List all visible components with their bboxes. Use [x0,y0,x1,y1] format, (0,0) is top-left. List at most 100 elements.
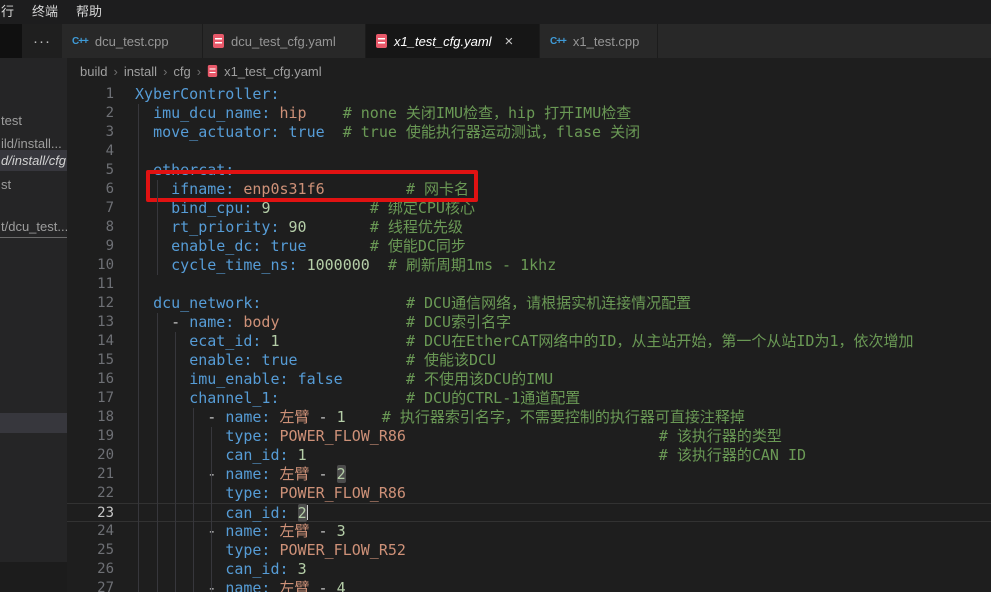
code-line-26[interactable]: 26 can_id: 3 [67,560,991,579]
tab-x1_test.cpp[interactable]: C++x1_test.cpp [540,24,658,58]
code-text: XyberController: [127,85,991,104]
code-line-24[interactable]: 24 - name: 左臂 - 3 [67,522,991,541]
code-token: enable_dc: [171,237,261,255]
line-number: 4 [67,142,127,161]
menu-item[interactable]: 行 [0,0,23,24]
sidebar-item[interactable]: d/install/cfg [0,150,67,171]
code-token: name: [225,408,270,426]
line-number: 8 [67,218,127,237]
code-token: - [207,522,225,540]
breadcrumb-item[interactable]: build [80,64,107,79]
code-line-2[interactable]: 2 imu_dcu_name: hip # none 关闭IMU检查，hip 打… [67,104,991,123]
code-text: can_id: 1 # 该执行器的CAN ID [127,446,991,465]
code-token: 1 [270,332,279,350]
sidebar-item[interactable]: t/dcu_test... [0,216,67,238]
line-number: 20 [67,446,127,465]
code-token [135,465,207,483]
line-number: 11 [67,275,127,294]
tab-dcu_test.cpp[interactable]: C++dcu_test.cpp [62,24,203,58]
code-token [135,256,171,274]
code-line-8[interactable]: 8 rt_priority: 90 # 线程优先级 [67,218,991,237]
code-token: 3 [298,560,307,578]
code-token [289,370,298,388]
code-token [346,408,382,426]
code-line-7[interactable]: 7 bind_cpu: 9 # 绑定CPU核心 [67,199,991,218]
tab-label: dcu_test.cpp [95,34,169,49]
code-line-23[interactable]: 23 can_id: 2 [67,503,991,522]
code-token: # DCU索引名字 [406,313,511,331]
code-line-12[interactable]: 12 dcu_network: # DCU通信网络，请根据实机连接情况配置 [67,294,991,313]
code-line-5[interactable]: 5 ethercat: [67,161,991,180]
code-line-19[interactable]: 19 type: POWER_FLOW_R86 # 该执行器的类型 [67,427,991,446]
line-number: 13 [67,313,127,332]
overflow-ellipsis-button[interactable]: ··· [22,24,62,58]
breadcrumb-item[interactable]: cfg [173,64,190,79]
menu-item[interactable]: 终端 [23,0,67,24]
code-token [270,484,279,502]
code-line-21[interactable]: 21 - name: 左臂 - 2 [67,465,991,484]
code-token: POWER_FLOW_R86 [280,427,406,445]
code-line-15[interactable]: 15 enable: true # 使能该DCU [67,351,991,370]
code-text: enable_dc: true # 使能DC同步 [127,237,991,256]
code-text: can_id: 3 [127,560,991,579]
line-number: 17 [67,389,127,408]
code-line-18[interactable]: 18 - name: 左臂 - 1 # 执行器索引名字，不需要控制的执行器可直接… [67,408,991,427]
line-number: 15 [67,351,127,370]
code-line-4[interactable]: 4 [67,142,991,161]
line-number: 21 [67,465,127,484]
code-token [280,218,289,236]
code-token: ecat_id: [189,332,261,350]
code-token: POWER_FLOW_R86 [280,484,406,502]
code-line-6[interactable]: 6 ifname: enp0s31f6 # 网卡名 [67,180,991,199]
code-token [307,446,659,464]
code-line-17[interactable]: 17 channel_1: # DCU的CTRL-1通道配置 [67,389,991,408]
tab-dcu_test_cfg.yaml[interactable]: dcu_test_cfg.yaml [203,24,366,58]
code-line-11[interactable]: 11 [67,275,991,294]
code-token [298,256,307,274]
code-line-25[interactable]: 25 type: POWER_FLOW_R52 [67,541,991,560]
code-line-13[interactable]: 13 - name: body # DCU索引名字 [67,313,991,332]
tab-close-icon[interactable]: × [505,34,514,49]
code-token: body [243,313,279,331]
code-token: 1000000 [307,256,370,274]
code-line-22[interactable]: 22 type: POWER_FLOW_R86 [67,484,991,503]
breadcrumb-filename[interactable]: x1_test_cfg.yaml [224,64,322,79]
breadcrumb-separator: › [197,64,201,79]
code-token: imu_enable: [189,370,288,388]
sidebar-item[interactable]: st [0,174,67,195]
code-line-20[interactable]: 20 can_id: 1 # 该执行器的CAN ID [67,446,991,465]
line-number: 5 [67,161,127,180]
line-number: 2 [67,104,127,123]
sidebar-item[interactable]: test [0,110,67,131]
code-token: enp0s31f6 [243,180,324,198]
code-line-3[interactable]: 3 move_actuator: true # true 使能执行器运动测试，f… [67,123,991,142]
line-number: 1 [67,85,127,104]
code-token: true [261,351,297,369]
code-token: enable: [189,351,252,369]
menu-item[interactable]: 帮助 [67,0,111,24]
code-token: - [207,579,225,592]
code-token: - [207,408,225,426]
code-line-14[interactable]: 14 ecat_id: 1 # DCU在EtherCAT网络中的ID，从主站开始… [67,332,991,351]
code-text: rt_priority: 90 # 线程优先级 [127,218,991,237]
code-line-27[interactable]: 27 - name: 左臂 - 4 [67,579,991,592]
code-line-16[interactable]: 16 imu_enable: false # 不使用该DCU的IMU [67,370,991,389]
code-token [307,218,370,236]
sidebar-highlight-bar[interactable] [0,413,67,433]
code-token [270,522,279,540]
code-text: - name: 左臂 - 4 [127,579,991,592]
code-token: hip [280,104,307,122]
code-token: # 绑定CPU核心 [370,199,475,217]
line-number: 9 [67,237,127,256]
code-text: ecat_id: 1 # DCU在EtherCAT网络中的ID，从主站开始，第一… [127,332,991,351]
code-token [270,541,279,559]
tab-label: dcu_test_cfg.yaml [231,34,336,49]
code-line-9[interactable]: 9 enable_dc: true # 使能DC同步 [67,237,991,256]
code-token: - [310,579,337,592]
code-line-10[interactable]: 10 cycle_time_ns: 1000000 # 刷新周期1ms - 1k… [67,256,991,275]
code-token: # 不使用该DCU的IMU [406,370,553,388]
tab-x1_test_cfg.yaml[interactable]: x1_test_cfg.yaml× [366,24,540,58]
indent-guide [193,408,194,592]
breadcrumb-item[interactable]: install [124,64,157,79]
code-line-1[interactable]: 1XyberController: [67,85,991,104]
